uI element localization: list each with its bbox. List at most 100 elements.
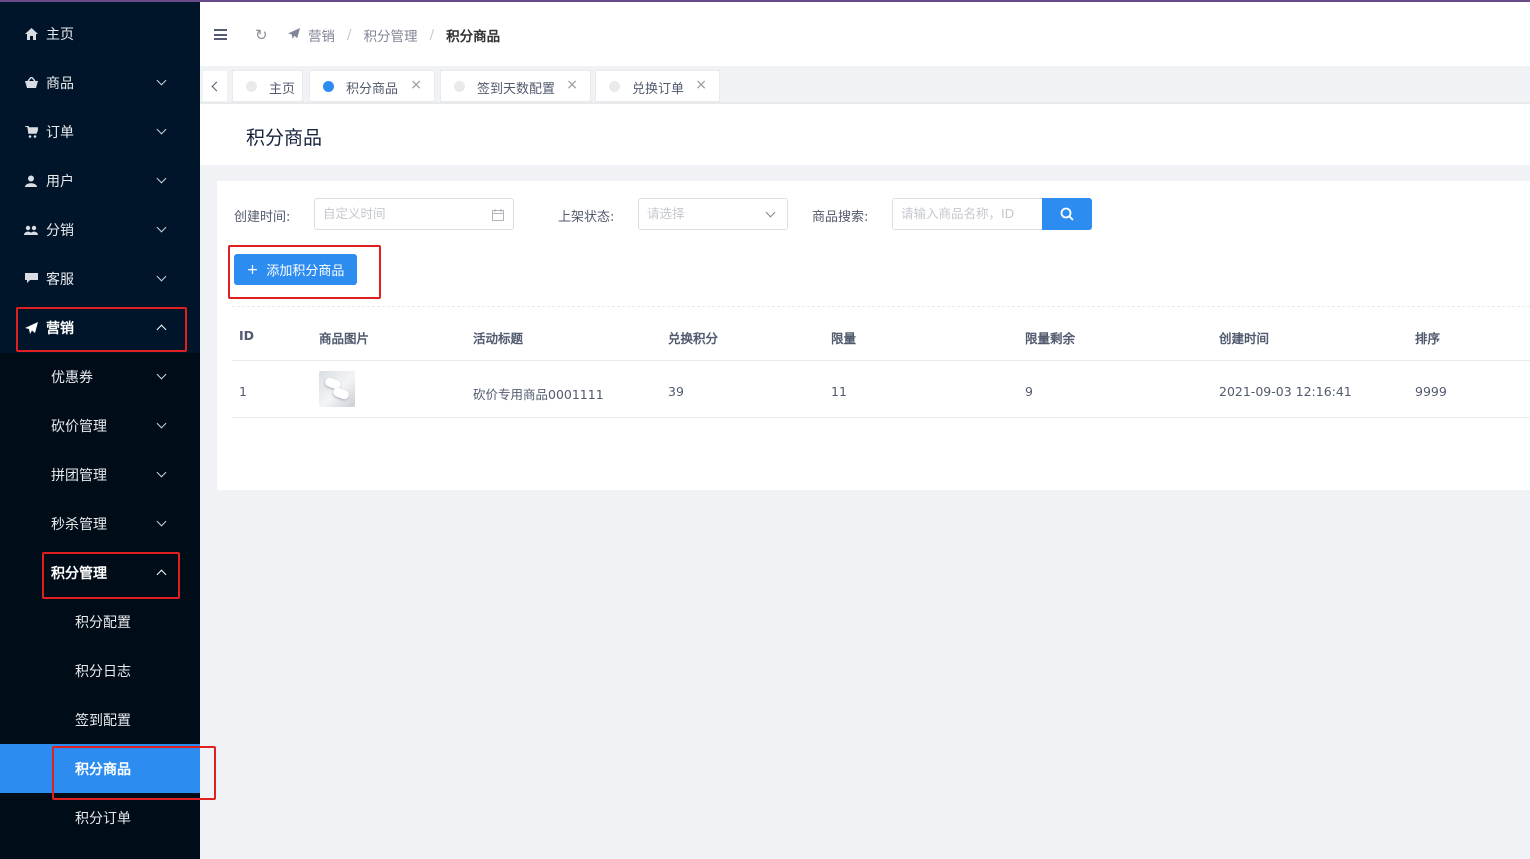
basket-icon — [24, 76, 38, 90]
breadcrumb-separator: / — [347, 27, 352, 43]
breadcrumb: 营销 / 积分管理 / 积分商品 — [288, 25, 500, 45]
tab-checkin-days-config[interactable]: 签到天数配置 × — [440, 70, 591, 102]
menu-toggle-icon[interactable] — [214, 29, 227, 40]
tab-status-dot — [454, 81, 465, 92]
cell-title: 砍价专用商品0001111 — [473, 387, 604, 402]
tab-scroll-left-button[interactable] — [203, 71, 227, 101]
column-header: 限量 — [831, 331, 857, 346]
sidebar-item-products[interactable]: 商品 — [0, 58, 200, 107]
tab-bar: 主页 积分商品 × 签到天数配置 × 兑换订单 × — [200, 66, 1530, 104]
column-header: 限量剩余 — [1025, 331, 1076, 346]
refresh-icon[interactable]: ↻ — [255, 26, 268, 44]
tab-label: 主页 — [269, 82, 296, 97]
cell-points: 39 — [668, 384, 684, 399]
status-label: 上架状态: — [558, 210, 615, 225]
chevron-left-icon — [211, 81, 222, 91]
tab-home[interactable]: 主页 — [232, 70, 303, 102]
cell-limit: 11 — [831, 384, 847, 399]
column-header: 商品图片 — [319, 331, 370, 346]
product-image[interactable] — [319, 371, 355, 407]
column-header: 创建时间 — [1219, 331, 1270, 346]
search-button[interactable] — [1042, 198, 1092, 230]
sidebar-item-points-orders[interactable]: 积分订单 — [0, 793, 200, 842]
tab-points-products[interactable]: 积分商品 × — [309, 70, 435, 102]
sidebar-item-distribution[interactable]: 分销 — [0, 205, 200, 254]
table-row-divider — [232, 417, 1530, 418]
send-icon — [288, 28, 300, 42]
sidebar: 主页 商品 订单 用户 分销 客服 营销 优惠券 砍价管理 拼团管理 秒杀管理 … — [0, 0, 200, 859]
breadcrumb-item[interactable]: 营销 — [308, 25, 335, 45]
sidebar-item-home[interactable]: 主页 — [0, 9, 200, 58]
cell-created-time: 2021-09-03 12:16:41 — [1219, 384, 1352, 399]
search-placeholder: 请输入商品名称，ID — [901, 206, 1015, 221]
chat-icon — [24, 272, 38, 286]
breadcrumb-item[interactable]: 积分管理 — [364, 25, 418, 45]
sidebar-item-label: 签到配置 — [75, 712, 131, 729]
sidebar-item-service[interactable]: 客服 — [0, 254, 200, 303]
sidebar-item-points-products[interactable]: 积分商品 — [0, 744, 200, 793]
chevron-up-icon — [156, 569, 167, 580]
created-time-label: 创建时间: — [234, 210, 291, 225]
sidebar-item-label: 积分商品 — [75, 761, 131, 778]
send-icon — [24, 321, 38, 335]
page-header: 积分商品 — [200, 104, 1530, 165]
search-icon — [1060, 207, 1074, 221]
tab-label: 积分商品 — [346, 82, 399, 97]
chevron-down-icon — [156, 173, 167, 184]
created-time-picker[interactable]: 自定义时间 — [314, 198, 514, 230]
plus-icon: + — [246, 261, 259, 278]
product-search-input[interactable]: 请输入商品名称，ID — [892, 198, 1043, 230]
chevron-up-icon — [156, 324, 167, 335]
cell-remaining: 9 — [1025, 384, 1033, 399]
status-select[interactable]: 请选择 — [638, 198, 788, 230]
breadcrumb-separator: / — [429, 27, 435, 43]
sidebar-item-label: 积分订单 — [75, 810, 131, 827]
cell-sort: 9999 — [1415, 384, 1447, 399]
cart-icon — [24, 125, 38, 139]
status-placeholder: 请选择 — [647, 206, 685, 221]
breadcrumb-current: 积分商品 — [446, 29, 501, 45]
column-header: 排序 — [1415, 331, 1441, 346]
window-top-line — [0, 0, 1530, 2]
chevron-down-icon — [156, 369, 167, 380]
top-header: ↻ 营销 / 积分管理 / 积分商品 — [200, 2, 1530, 66]
add-points-product-button[interactable]: + 添加积分商品 — [234, 254, 357, 285]
tab-status-dot — [323, 81, 334, 92]
sidebar-item-coupons[interactable]: 优惠券 — [0, 352, 200, 401]
tab-exchange-orders[interactable]: 兑换订单 × — [595, 70, 720, 102]
divider — [232, 306, 1530, 307]
column-header: 兑换积分 — [668, 331, 719, 346]
sidebar-item-label: 砍价管理 — [51, 418, 107, 435]
chevron-down-icon — [765, 207, 776, 218]
calendar-icon — [492, 199, 504, 229]
sidebar-item-label: 积分配置 — [75, 614, 131, 631]
sidebar-item-label: 分销 — [46, 222, 74, 239]
sidebar-item-label: 优惠券 — [51, 369, 93, 386]
sidebar-item-group-buy[interactable]: 拼团管理 — [0, 450, 200, 499]
close-icon[interactable]: × — [695, 77, 707, 93]
sidebar-item-marketing[interactable]: 营销 — [0, 303, 200, 352]
column-header: ID — [239, 328, 255, 343]
sidebar-item-label: 秒杀管理 — [51, 516, 107, 533]
column-header: 活动标题 — [473, 331, 524, 346]
close-icon[interactable]: × — [566, 77, 578, 93]
sidebar-item-checkin-config[interactable]: 签到配置 — [0, 695, 200, 744]
sidebar-item-points-config[interactable]: 积分配置 — [0, 597, 200, 646]
sidebar-item-orders[interactable]: 订单 — [0, 107, 200, 156]
close-icon[interactable]: × — [410, 77, 422, 93]
sidebar-item-users[interactable]: 用户 — [0, 156, 200, 205]
sidebar-item-label: 拼团管理 — [51, 467, 107, 484]
sidebar-item-points-management[interactable]: 积分管理 — [0, 548, 200, 597]
add-button-label: 添加积分商品 — [266, 264, 345, 279]
sidebar-item-points-log[interactable]: 积分日志 — [0, 646, 200, 695]
tab-label: 签到天数配置 — [477, 82, 556, 97]
group-icon — [24, 223, 38, 237]
sidebar-item-label: 订单 — [46, 124, 74, 141]
sidebar-item-flash-sale[interactable]: 秒杀管理 — [0, 499, 200, 548]
sidebar-item-bargain[interactable]: 砍价管理 — [0, 401, 200, 450]
tab-label: 兑换订单 — [632, 82, 685, 97]
tab-status-dot — [609, 81, 620, 92]
sidebar-item-label: 积分日志 — [75, 663, 131, 680]
chevron-down-icon — [156, 418, 167, 429]
home-icon — [24, 27, 38, 41]
